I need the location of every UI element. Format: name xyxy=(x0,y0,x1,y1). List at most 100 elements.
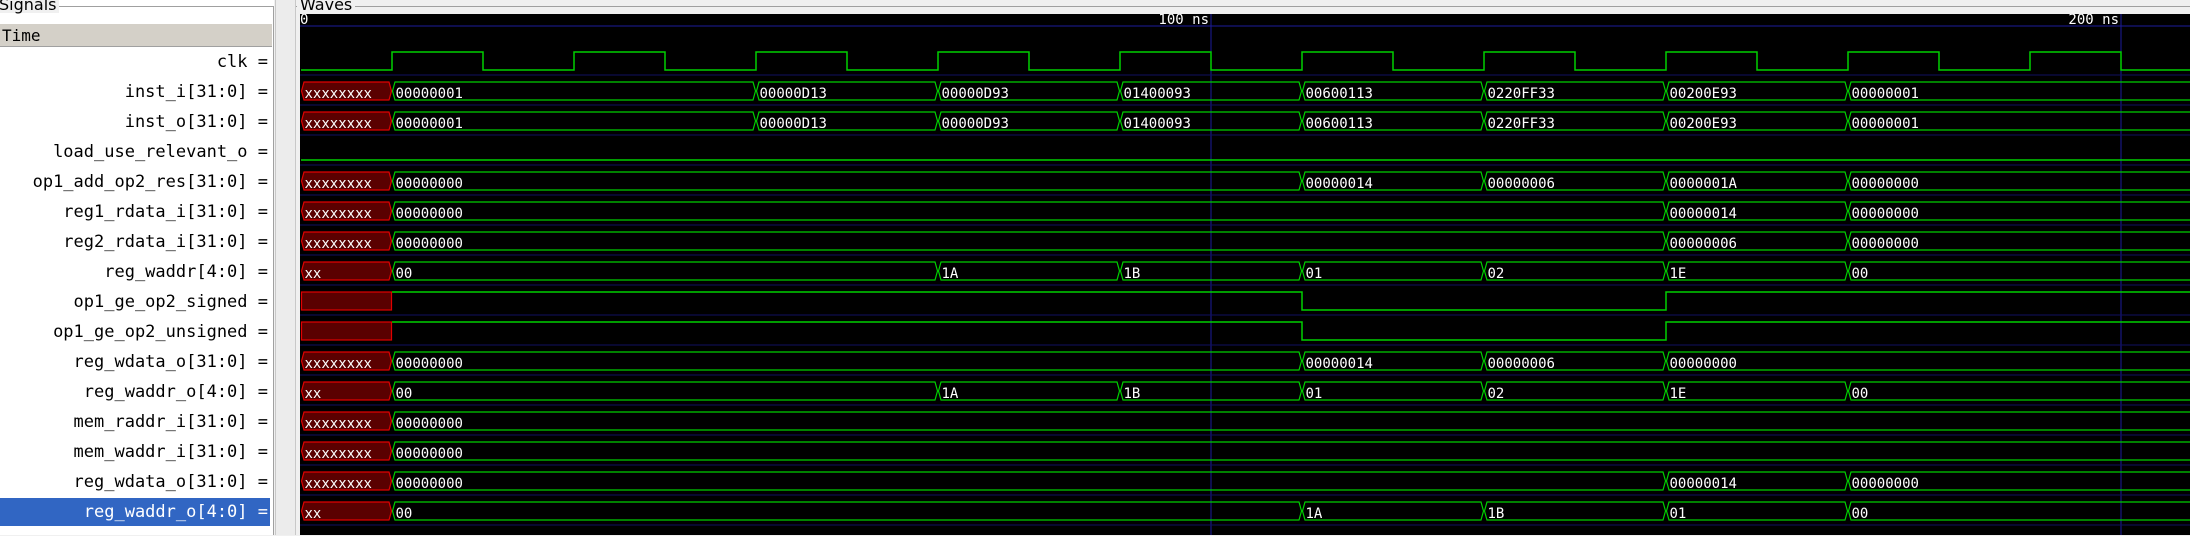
bus-segment xyxy=(1485,382,1666,400)
waves-panel-title: Waves xyxy=(297,0,355,13)
bus-segment xyxy=(1485,502,1666,520)
bus-value-label: 00000006 xyxy=(1488,356,1555,372)
bus-value-label: 00000014 xyxy=(1670,476,1737,492)
bus-segment xyxy=(939,262,1120,280)
bus-value-label: 00 xyxy=(396,506,413,522)
unknown-segment xyxy=(302,292,392,310)
bus-value-label: xx xyxy=(305,506,322,522)
bus-segment xyxy=(1667,262,1848,280)
bus-value-label: 02 xyxy=(1488,266,1505,282)
signal-name[interactable]: op1_ge_op2_unsigned = xyxy=(0,318,270,346)
bus-value-label: 00000000 xyxy=(1852,206,1919,222)
bus-value-label: 00000D13 xyxy=(760,116,827,132)
logic-waveform xyxy=(392,322,2190,340)
time-header-label: Time xyxy=(2,26,41,45)
bus-value-label: 00 xyxy=(1852,266,1869,282)
bus-value-label: 01400093 xyxy=(1124,86,1191,102)
bus-value-label: xxxxxxxx xyxy=(305,356,372,372)
bus-value-label: 00000014 xyxy=(1306,356,1373,372)
bus-value-label: 00000D13 xyxy=(760,86,827,102)
bus-segment xyxy=(1303,262,1484,280)
bus-segment xyxy=(1849,502,2190,520)
bus-segment xyxy=(393,502,1302,520)
bus-value-label: xxxxxxxx xyxy=(305,416,372,432)
bus-value-label: 00 xyxy=(396,386,413,402)
signal-name[interactable]: reg_waddr_o[4:0] = xyxy=(0,378,270,406)
signal-name[interactable]: clk = xyxy=(0,48,270,76)
bus-value-label: 00000000 xyxy=(396,206,463,222)
bus-value-label: 1A xyxy=(942,386,959,402)
signal-name[interactable]: mem_raddr_i[31:0] = xyxy=(0,408,270,436)
signal-name[interactable]: reg2_rdata_i[31:0] = xyxy=(0,228,270,256)
bus-segment xyxy=(393,382,938,400)
bus-value-label: 00000D93 xyxy=(942,86,1009,102)
signal-name[interactable]: reg_waddr[4:0] = xyxy=(0,258,270,286)
bus-segment xyxy=(1849,262,2190,280)
bus-value-label: xx xyxy=(305,266,322,282)
bus-value-label: 00000000 xyxy=(1852,176,1919,192)
bus-value-label: xxxxxxxx xyxy=(305,446,372,462)
wave-canvas[interactable]: 0100 ns200 nsxxxxxxxx0000000100000D13000… xyxy=(300,14,2190,535)
bus-value-label: 00000006 xyxy=(1670,236,1737,252)
bus-value-label: xxxxxxxx xyxy=(305,476,372,492)
pane-splitter[interactable] xyxy=(275,0,296,535)
signal-name[interactable]: reg_waddr_o[4:0] = xyxy=(0,498,270,526)
bus-value-label: 00000014 xyxy=(1670,206,1737,222)
bus-segment xyxy=(1485,262,1666,280)
clk-waveform xyxy=(301,52,2190,70)
bus-value-label: 0220FF33 xyxy=(1488,86,1555,102)
bus-value-label: 02 xyxy=(1488,386,1505,402)
bus-value-label: 01400093 xyxy=(1124,116,1191,132)
signals-panel-title: Signals xyxy=(0,0,59,13)
bus-value-label: 00000000 xyxy=(1852,236,1919,252)
signal-name[interactable]: load_use_relevant_o = xyxy=(0,138,270,166)
bus-value-label: 00000001 xyxy=(1852,116,1919,132)
bus-value-label: 01 xyxy=(1670,506,1687,522)
bus-value-label: 01 xyxy=(1306,266,1323,282)
bus-value-label: 00200E93 xyxy=(1670,116,1737,132)
signals-panel: Signals Time clk =inst_i[31:0] =inst_o[3… xyxy=(0,0,274,535)
bus-value-label: xxxxxxxx xyxy=(305,86,372,102)
bus-value-label: 00 xyxy=(1852,506,1869,522)
signal-name[interactable]: reg_wdata_o[31:0] = xyxy=(0,348,270,376)
bus-segment xyxy=(393,442,2190,460)
time-tick-label: 100 ns xyxy=(1158,14,1209,28)
bus-segment xyxy=(393,412,2190,430)
bus-value-label: 00200E93 xyxy=(1670,86,1737,102)
bus-value-label: 00000000 xyxy=(396,356,463,372)
bus-segment xyxy=(1849,382,2190,400)
signal-name[interactable]: inst_i[31:0] = xyxy=(0,78,270,106)
bus-value-label: 1E xyxy=(1670,386,1687,402)
bus-value-label: 00000D93 xyxy=(942,116,1009,132)
signal-name[interactable]: inst_o[31:0] = xyxy=(0,108,270,136)
bus-value-label: 00000014 xyxy=(1306,176,1373,192)
wave-plot: 0100 ns200 nsxxxxxxxx0000000100000D13000… xyxy=(300,14,2190,535)
signal-name[interactable]: reg1_rdata_i[31:0] = xyxy=(0,198,270,226)
bus-segment xyxy=(939,382,1120,400)
bus-segment xyxy=(393,202,1666,220)
bus-value-label: 00 xyxy=(1852,386,1869,402)
signal-name[interactable]: mem_waddr_i[31:0] = xyxy=(0,438,270,466)
bus-value-label: 1B xyxy=(1124,266,1141,282)
bus-value-label: 00000001 xyxy=(396,86,463,102)
bus-value-label: 00 xyxy=(396,266,413,282)
bus-value-label: 00000000 xyxy=(396,476,463,492)
bus-value-label: 1A xyxy=(942,266,959,282)
bus-value-label: xxxxxxxx xyxy=(305,236,372,252)
bus-value-label: xxxxxxxx xyxy=(305,206,372,222)
bus-value-label: 00000001 xyxy=(1852,86,1919,102)
bus-value-label: 1B xyxy=(1488,506,1505,522)
bus-value-label: xxxxxxxx xyxy=(305,176,372,192)
bus-value-label: 00000000 xyxy=(396,416,463,432)
signal-name[interactable]: op1_add_op2_res[31:0] = xyxy=(0,168,270,196)
bus-value-label: 1A xyxy=(1306,506,1323,522)
time-header[interactable]: Time xyxy=(0,24,272,47)
time-tick-label: 0 xyxy=(300,14,308,28)
signal-name[interactable]: reg_wdata_o[31:0] = xyxy=(0,468,270,496)
bus-segment xyxy=(1667,502,1848,520)
logic-waveform xyxy=(392,292,2190,310)
signal-name[interactable]: op1_ge_op2_signed = xyxy=(0,288,270,316)
bus-segment xyxy=(1667,352,2190,370)
unknown-segment xyxy=(302,322,392,340)
bus-segment xyxy=(393,232,1666,250)
